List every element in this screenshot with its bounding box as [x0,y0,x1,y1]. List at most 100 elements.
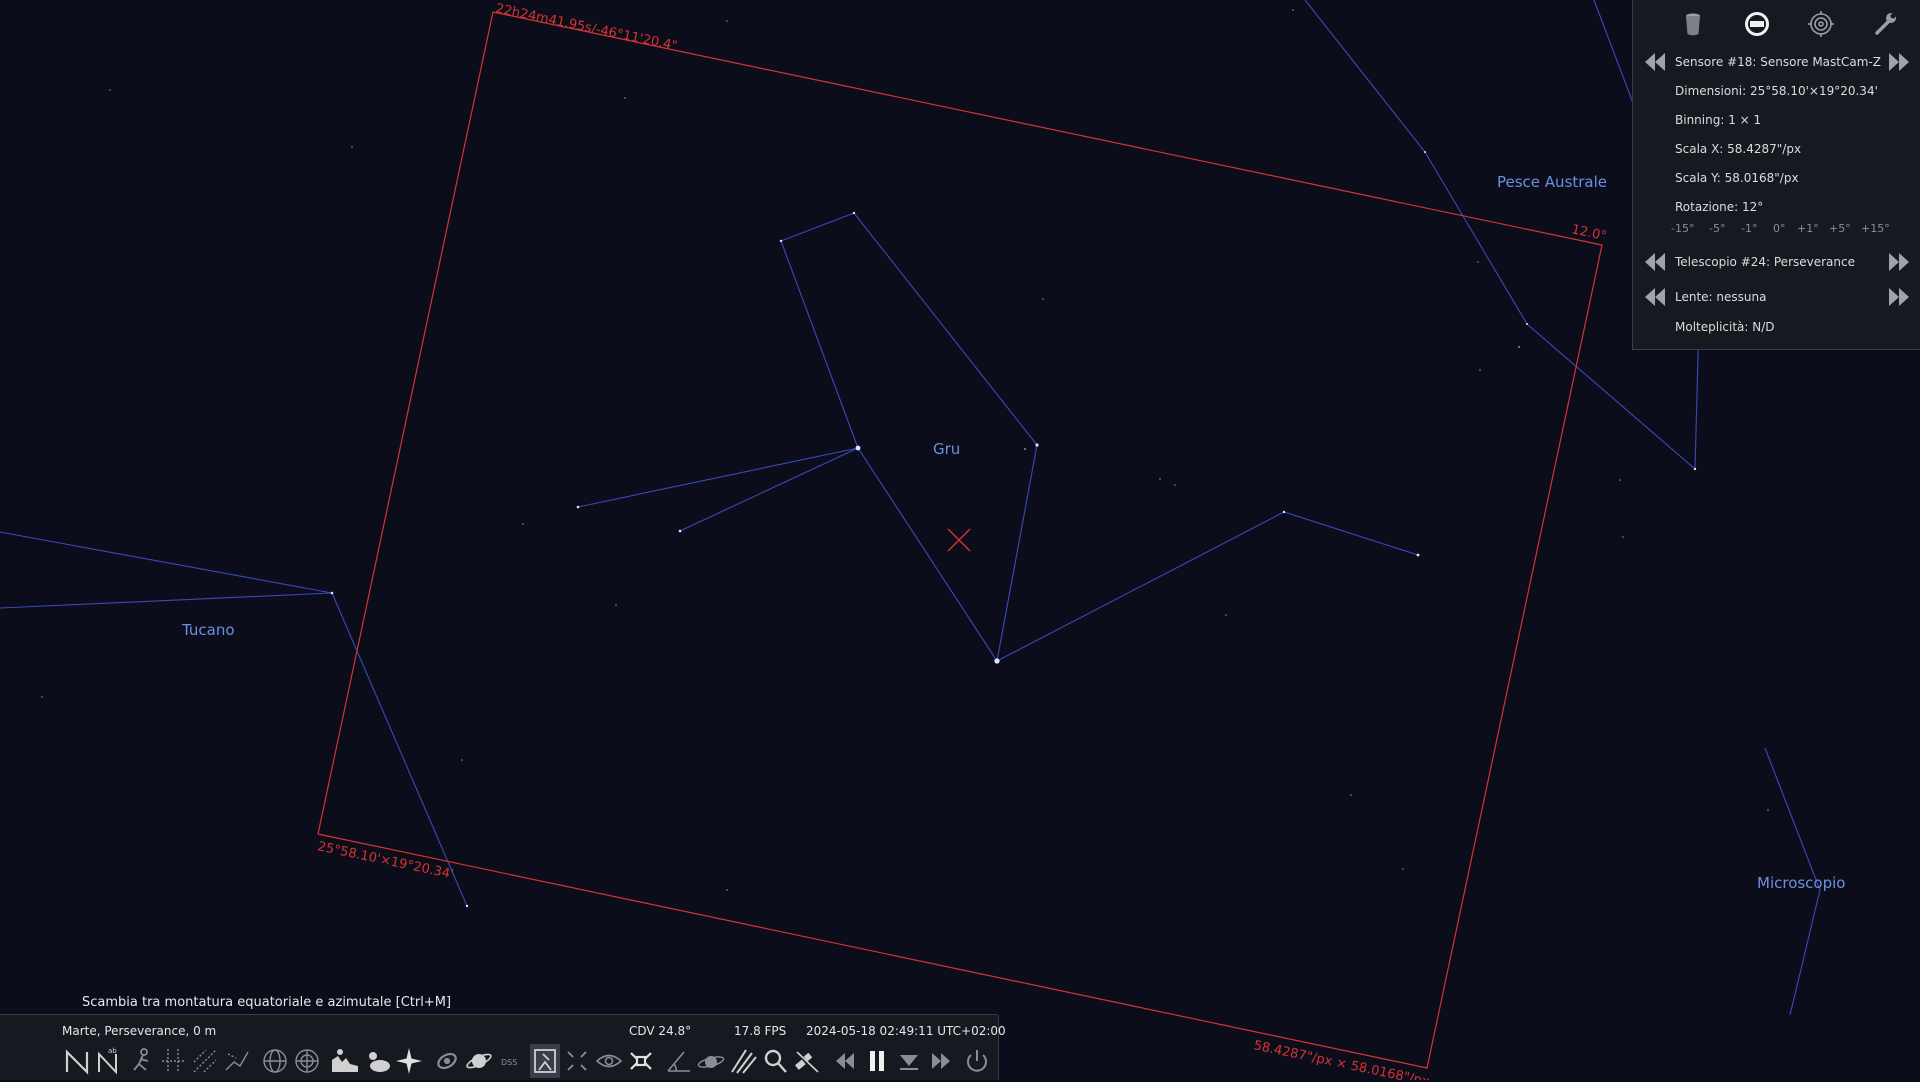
double-right-arrow-icon [1889,288,1909,306]
rotate-plus-15-button[interactable]: +15° [1861,222,1890,235]
lens-prev-button[interactable] [1643,285,1667,309]
quit-button[interactable] [962,1044,992,1078]
planet-orbit-icon [697,1056,725,1068]
oculars-settings-button[interactable] [1867,6,1903,42]
ccd-toggle-button[interactable] [1739,6,1775,42]
constellation-boundaries-button[interactable] [222,1044,252,1078]
galaxy-icon [437,1052,457,1070]
constellation-label-gru[interactable]: Gru [933,440,960,458]
constellation-art-button[interactable] [126,1044,156,1078]
dss-icon: DSS [501,1058,517,1067]
status-location[interactable]: Marte, Perseverance, 0 m [62,1024,216,1038]
search-icon [764,1049,787,1073]
status-fov: CDV 24.8° [629,1024,692,1038]
lens-name: Lente: nessuna [1675,290,1767,304]
pause-button[interactable] [862,1044,892,1078]
rotate-plus-5-button[interactable]: +5° [1829,222,1851,235]
center-on-selected-button[interactable] [562,1044,592,1078]
background-stars [41,9,1769,891]
sensor-fov-frame [317,11,1603,1069]
azimuthal-grid-icon [193,1049,217,1073]
planets-labels-button[interactable] [464,1044,494,1078]
meteor-icon [731,1049,757,1074]
double-right-arrow-icon [1889,253,1909,271]
atmosphere-globe-button[interactable] [292,1044,322,1078]
meteor-showers-button[interactable] [728,1044,758,1078]
rotate-minus-5-button[interactable]: -5° [1709,222,1725,235]
fov-label-size: 25°58.10'×19°20.34' [316,839,455,882]
azimuthal-grid-button[interactable] [190,1044,220,1078]
oculars-panel: Sensore #18: Sensore MastCam-Z Dimension… [1632,0,1920,350]
fov-label-center-coords: 22h24m41.95s/-46°11'20.4" [494,1,678,54]
azimuth-globe-icon [295,1049,319,1073]
angle-icon [667,1051,690,1072]
status-datetime[interactable]: 2024-05-18 02:49:11 UTC+02:00 [806,1024,1006,1038]
power-icon [967,1050,987,1072]
constellation-label-microscopio[interactable]: Microscopio [1757,874,1845,892]
equatorial-mount-button[interactable] [530,1044,560,1078]
ground-globe-button[interactable] [260,1044,290,1078]
search-button[interactable] [760,1044,790,1078]
cardinal-points-button[interactable] [394,1044,424,1078]
star-compass-icon [396,1048,422,1074]
landscape-button[interactable] [330,1044,360,1078]
rewind-button[interactable] [830,1044,860,1078]
rotate-minus-15-button[interactable]: -15° [1671,222,1694,235]
constellation-lines-icon [65,1049,89,1075]
telescope-name: Telescopio #24: Perseverance [1675,255,1855,269]
angle-measure-button[interactable] [664,1044,694,1078]
double-right-arrow-icon [1889,53,1909,71]
oculars-tools [1633,6,1920,42]
constellation-lines-button[interactable] [62,1044,92,1078]
fullscreen-button[interactable] [626,1044,656,1078]
telescope-prev-button[interactable] [1643,250,1667,274]
sensor-next-button[interactable] [1887,50,1911,74]
rewind-icon [836,1053,854,1069]
equatorial-grid-button[interactable] [158,1044,188,1078]
atmosphere-button[interactable] [362,1044,392,1078]
sensor-name: Sensore #18: Sensore MastCam-Z [1675,55,1881,69]
lens-next-button[interactable] [1887,285,1911,309]
boundaries-icon [225,1051,249,1071]
satellites-button[interactable] [696,1044,726,1078]
fast-forward-button[interactable] [926,1044,956,1078]
telrad-toggle-button[interactable] [1803,6,1839,42]
ccd-sensor-icon [1745,12,1769,36]
constellation-names-button[interactable]: ab [94,1044,124,1078]
planet-icon [466,1053,492,1069]
crosshair-toggle-button[interactable] [1675,6,1711,42]
sensor-prev-button[interactable] [1643,50,1667,74]
sensor-dimensions: Dimensioni: 25°58.10'×19°20.34' [1675,84,1878,98]
night-mode-button[interactable] [594,1044,624,1078]
dss-survey-button[interactable]: DSS [496,1044,526,1078]
nebulae-button[interactable] [432,1044,462,1078]
fast-forward-icon [932,1053,950,1069]
multiplicity: Molteplicità: N/D [1675,320,1775,334]
svg-text:ab: ab [108,1047,117,1055]
constellation-label-pesce-australe[interactable]: Pesce Australe [1497,173,1607,191]
rotate-plus-1-button[interactable]: +1° [1797,222,1819,235]
double-left-arrow-icon [1645,53,1665,71]
ocular-center-cross [947,528,971,552]
eye-icon [595,1054,623,1068]
sensor-binning: Binning: 1 × 1 [1675,113,1762,127]
current-time-button[interactable] [894,1044,924,1078]
telescope-mount-icon [534,1049,556,1073]
constellation-art-icon [133,1048,149,1071]
status-fps: 17.8 FPS [734,1024,787,1038]
satellite-hints-button[interactable] [792,1044,822,1078]
constellation-label-tucano[interactable]: Tucano [182,621,235,639]
bottom-bar: Marte, Perseverance, 0 m CDV 24.8° 17.8 … [0,1014,1006,1080]
svg-text:DSS: DSS [501,1058,517,1067]
globe-icon [263,1049,287,1073]
telescope-next-button[interactable] [1887,250,1911,274]
sensor-scale-y: Scala Y: 58.0168"/px [1675,171,1799,185]
rotate-minus-1-button[interactable]: -1° [1741,222,1757,235]
landscape-icon [332,1049,358,1072]
rotate-zero-button[interactable]: 0° [1773,222,1786,235]
fov-label-rotation: 12.0° [1570,222,1608,244]
constellation-lines [0,0,1821,1016]
time-now-icon [900,1055,918,1070]
sensor-rotation: Rotazione: 12° [1675,200,1764,214]
toolbar-tooltip: Scambia tra montatura equatoriale e azim… [82,995,452,1010]
